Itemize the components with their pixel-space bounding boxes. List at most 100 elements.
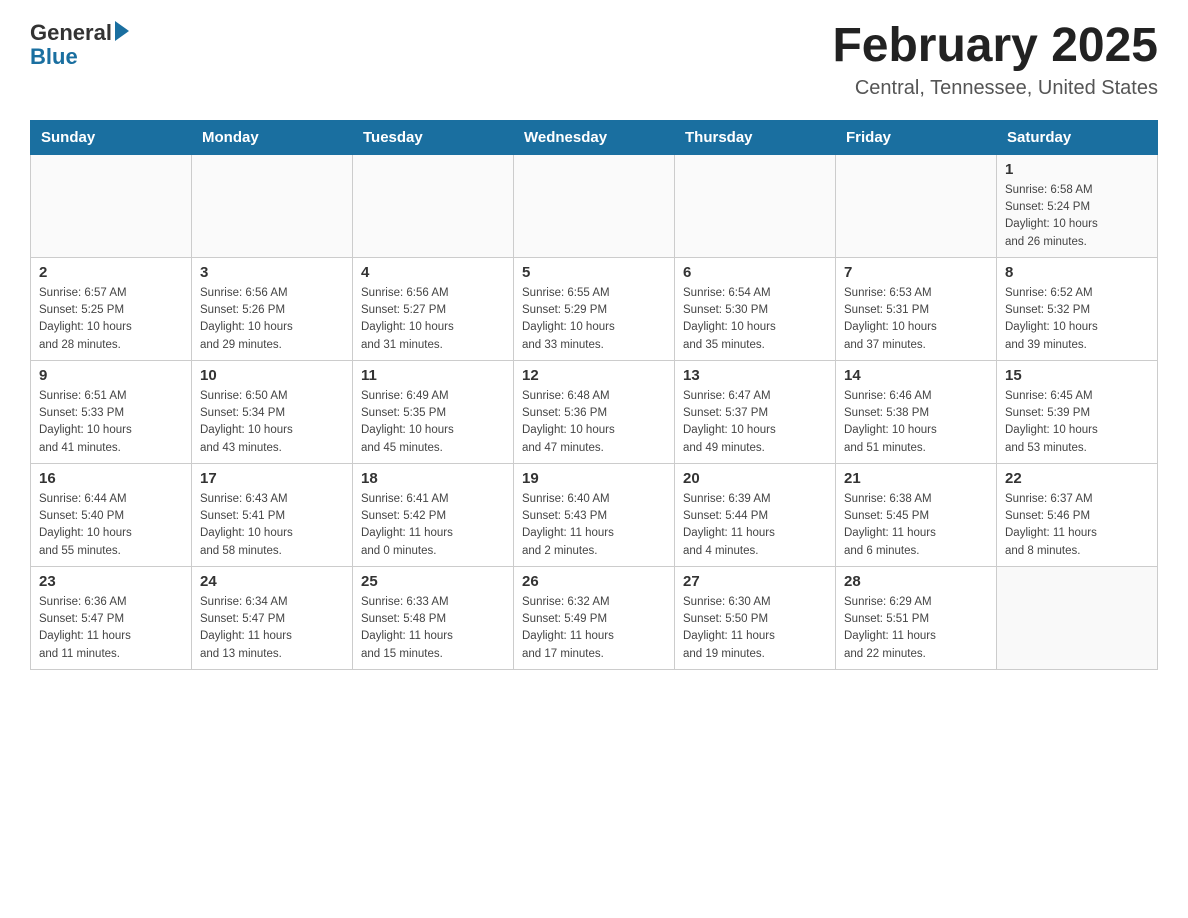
day-cell: 24 Sunrise: 6:34 AM Sunset: 5:47 PM Dayli… <box>192 566 353 669</box>
day-cell: 11 Sunrise: 6:49 AM Sunset: 5:35 PM Dayli… <box>353 360 514 463</box>
day-cell: 12 Sunrise: 6:48 AM Sunset: 5:36 PM Dayli… <box>514 360 675 463</box>
header-cell-wednesday: Wednesday <box>514 120 675 154</box>
day-cell <box>997 566 1158 669</box>
day-number: 21 <box>844 470 988 487</box>
day-cell: 21 Sunrise: 6:38 AM Sunset: 5:45 PM Dayli… <box>836 463 997 566</box>
day-number: 2 <box>39 264 183 281</box>
day-number: 11 <box>361 367 505 384</box>
day-number: 18 <box>361 470 505 487</box>
day-number: 25 <box>361 573 505 590</box>
header-row: SundayMondayTuesdayWednesdayThursdayFrid… <box>31 120 1158 154</box>
day-cell: 8 Sunrise: 6:52 AM Sunset: 5:32 PM Daylig… <box>997 257 1158 360</box>
day-info: Sunrise: 6:47 AM Sunset: 5:37 PM Dayligh… <box>683 388 827 457</box>
week-row-4: 16Sunrise: 6:44 AM Sunset: 5:40 PM Dayli… <box>31 463 1158 566</box>
day-number: 17 <box>200 470 344 487</box>
day-number: 26 <box>522 573 666 590</box>
day-cell: 13Sunrise: 6:47 AM Sunset: 5:37 PM Dayli… <box>675 360 836 463</box>
day-info: Sunrise: 6:44 AM Sunset: 5:40 PM Dayligh… <box>39 491 183 560</box>
day-cell: 20 Sunrise: 6:39 AM Sunset: 5:44 PM Dayli… <box>675 463 836 566</box>
day-info: Sunrise: 6:41 AM Sunset: 5:42 PM Dayligh… <box>361 491 505 560</box>
location-title: Central, Tennessee, United States <box>832 77 1158 100</box>
day-number: 14 <box>844 367 988 384</box>
logo-blue-text: Blue <box>30 44 78 70</box>
header-cell-thursday: Thursday <box>675 120 836 154</box>
day-cell: 22 Sunrise: 6:37 AM Sunset: 5:46 PM Dayli… <box>997 463 1158 566</box>
week-row-2: 2 Sunrise: 6:57 AM Sunset: 5:25 PM Daylig… <box>31 257 1158 360</box>
day-cell: 1Sunrise: 6:58 AM Sunset: 5:24 PM Daylig… <box>997 154 1158 257</box>
day-cell: 17 Sunrise: 6:43 AM Sunset: 5:41 PM Dayli… <box>192 463 353 566</box>
day-info: Sunrise: 6:56 AM Sunset: 5:26 PM Dayligh… <box>200 285 344 354</box>
calendar-table: SundayMondayTuesdayWednesdayThursdayFrid… <box>30 120 1158 670</box>
day-cell <box>353 154 514 257</box>
week-row-3: 9 Sunrise: 6:51 AM Sunset: 5:33 PM Daylig… <box>31 360 1158 463</box>
day-cell: 19Sunrise: 6:40 AM Sunset: 5:43 PM Dayli… <box>514 463 675 566</box>
day-info: Sunrise: 6:46 AM Sunset: 5:38 PM Dayligh… <box>844 388 988 457</box>
day-cell: 14 Sunrise: 6:46 AM Sunset: 5:38 PM Dayli… <box>836 360 997 463</box>
title-block: February 2025 Central, Tennessee, United… <box>832 20 1158 100</box>
calendar-body: 1Sunrise: 6:58 AM Sunset: 5:24 PM Daylig… <box>31 154 1158 669</box>
day-number: 8 <box>1005 264 1149 281</box>
day-info: Sunrise: 6:34 AM Sunset: 5:47 PM Dayligh… <box>200 594 344 663</box>
day-info: Sunrise: 6:32 AM Sunset: 5:49 PM Dayligh… <box>522 594 666 663</box>
page-header: General Blue February 2025 Central, Tenn… <box>30 20 1158 100</box>
day-cell <box>836 154 997 257</box>
day-cell: 26 Sunrise: 6:32 AM Sunset: 5:49 PM Dayli… <box>514 566 675 669</box>
day-number: 15 <box>1005 367 1149 384</box>
day-cell: 3 Sunrise: 6:56 AM Sunset: 5:26 PM Daylig… <box>192 257 353 360</box>
day-info: Sunrise: 6:55 AM Sunset: 5:29 PM Dayligh… <box>522 285 666 354</box>
day-cell: 10 Sunrise: 6:50 AM Sunset: 5:34 PM Dayli… <box>192 360 353 463</box>
day-number: 10 <box>200 367 344 384</box>
day-cell: 4 Sunrise: 6:56 AM Sunset: 5:27 PM Daylig… <box>353 257 514 360</box>
day-cell: 16Sunrise: 6:44 AM Sunset: 5:40 PM Dayli… <box>31 463 192 566</box>
day-number: 7 <box>844 264 988 281</box>
day-number: 6 <box>683 264 827 281</box>
logo-general-text: General <box>30 20 112 46</box>
week-row-1: 1Sunrise: 6:58 AM Sunset: 5:24 PM Daylig… <box>31 154 1158 257</box>
day-info: Sunrise: 6:48 AM Sunset: 5:36 PM Dayligh… <box>522 388 666 457</box>
day-number: 28 <box>844 573 988 590</box>
day-info: Sunrise: 6:38 AM Sunset: 5:45 PM Dayligh… <box>844 491 988 560</box>
month-title: February 2025 <box>832 20 1158 73</box>
calendar-header: SundayMondayTuesdayWednesdayThursdayFrid… <box>31 120 1158 154</box>
header-cell-sunday: Sunday <box>31 120 192 154</box>
day-info: Sunrise: 6:43 AM Sunset: 5:41 PM Dayligh… <box>200 491 344 560</box>
day-cell: 5Sunrise: 6:55 AM Sunset: 5:29 PM Daylig… <box>514 257 675 360</box>
day-info: Sunrise: 6:36 AM Sunset: 5:47 PM Dayligh… <box>39 594 183 663</box>
day-number: 12 <box>522 367 666 384</box>
day-info: Sunrise: 6:51 AM Sunset: 5:33 PM Dayligh… <box>39 388 183 457</box>
logo-top: General <box>30 20 129 46</box>
day-info: Sunrise: 6:57 AM Sunset: 5:25 PM Dayligh… <box>39 285 183 354</box>
day-cell <box>675 154 836 257</box>
day-cell: 6 Sunrise: 6:54 AM Sunset: 5:30 PM Daylig… <box>675 257 836 360</box>
day-info: Sunrise: 6:39 AM Sunset: 5:44 PM Dayligh… <box>683 491 827 560</box>
day-cell: 9 Sunrise: 6:51 AM Sunset: 5:33 PM Daylig… <box>31 360 192 463</box>
day-info: Sunrise: 6:29 AM Sunset: 5:51 PM Dayligh… <box>844 594 988 663</box>
day-info: Sunrise: 6:53 AM Sunset: 5:31 PM Dayligh… <box>844 285 988 354</box>
day-number: 1 <box>1005 161 1149 178</box>
day-cell <box>31 154 192 257</box>
day-info: Sunrise: 6:30 AM Sunset: 5:50 PM Dayligh… <box>683 594 827 663</box>
day-number: 9 <box>39 367 183 384</box>
day-cell: 25Sunrise: 6:33 AM Sunset: 5:48 PM Dayli… <box>353 566 514 669</box>
day-number: 22 <box>1005 470 1149 487</box>
day-cell: 15Sunrise: 6:45 AM Sunset: 5:39 PM Dayli… <box>997 360 1158 463</box>
day-number: 20 <box>683 470 827 487</box>
day-number: 27 <box>683 573 827 590</box>
day-info: Sunrise: 6:52 AM Sunset: 5:32 PM Dayligh… <box>1005 285 1149 354</box>
day-number: 3 <box>200 264 344 281</box>
day-info: Sunrise: 6:37 AM Sunset: 5:46 PM Dayligh… <box>1005 491 1149 560</box>
day-info: Sunrise: 6:50 AM Sunset: 5:34 PM Dayligh… <box>200 388 344 457</box>
day-cell: 23Sunrise: 6:36 AM Sunset: 5:47 PM Dayli… <box>31 566 192 669</box>
day-info: Sunrise: 6:54 AM Sunset: 5:30 PM Dayligh… <box>683 285 827 354</box>
day-cell <box>192 154 353 257</box>
logo-arrow-icon <box>115 21 129 41</box>
week-row-5: 23Sunrise: 6:36 AM Sunset: 5:47 PM Dayli… <box>31 566 1158 669</box>
day-cell: 27 Sunrise: 6:30 AM Sunset: 5:50 PM Dayli… <box>675 566 836 669</box>
day-number: 24 <box>200 573 344 590</box>
day-info: Sunrise: 6:49 AM Sunset: 5:35 PM Dayligh… <box>361 388 505 457</box>
day-number: 4 <box>361 264 505 281</box>
header-cell-friday: Friday <box>836 120 997 154</box>
day-info: Sunrise: 6:40 AM Sunset: 5:43 PM Dayligh… <box>522 491 666 560</box>
day-info: Sunrise: 6:56 AM Sunset: 5:27 PM Dayligh… <box>361 285 505 354</box>
header-cell-saturday: Saturday <box>997 120 1158 154</box>
